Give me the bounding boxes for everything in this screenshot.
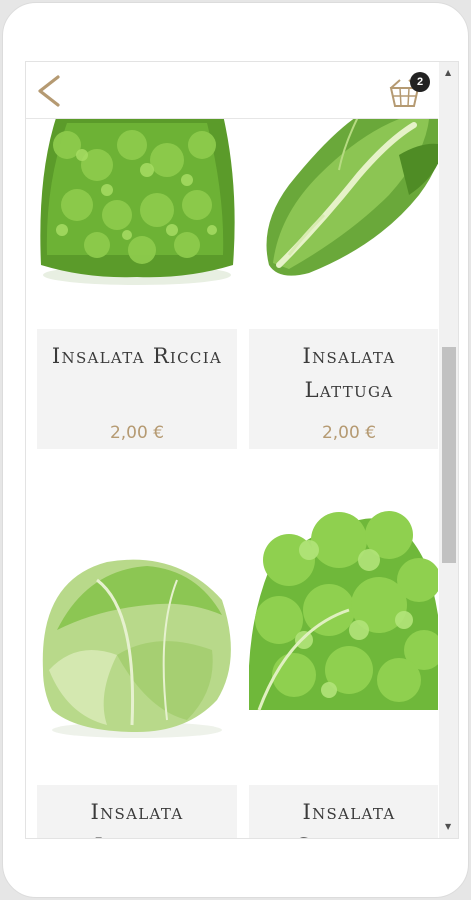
product-image-iceberg-lettuce (42, 559, 231, 738)
vertical-scrollbar[interactable]: ▲ ▼ (439, 62, 458, 838)
phone-frame: 2 Insalata Riccia 2,00 € Insalata Lattug… (2, 2, 469, 898)
product-image-curly-lettuce (40, 119, 235, 285)
product-info: Insalata Riccia 2,00 € (37, 329, 237, 449)
chevron-left-icon[interactable] (34, 74, 64, 108)
product-image-gentilina-lettuce (249, 511, 438, 711)
scrollbar-thumb[interactable] (442, 347, 456, 563)
product-image-romaine-lettuce (266, 119, 438, 276)
product-card[interactable]: Insalata Lattuga 2,00 € (249, 119, 438, 449)
scroll-up-arrow-icon[interactable]: ▲ (445, 68, 451, 77)
product-price: 2,00 € (321, 423, 377, 443)
scroll-down-arrow-icon[interactable]: ▼ (445, 822, 451, 831)
product-price: 2,00 € (109, 423, 165, 443)
app-screen: 2 Insalata Riccia 2,00 € Insalata Lattug… (25, 61, 459, 839)
product-card[interactable]: Insalata Iceberg (37, 480, 237, 838)
product-list[interactable]: Insalata Riccia 2,00 € Insalata Lattuga … (26, 119, 438, 838)
product-name: Insalata Iceberg (90, 800, 184, 838)
product-info: Insalata Iceberg (37, 785, 237, 838)
product-name: Insalata Lattuga (302, 344, 396, 402)
top-bar: 2 (26, 62, 438, 119)
product-name: Insalata Gentilina (295, 800, 402, 838)
cart-button[interactable]: 2 (388, 72, 432, 108)
product-info: Insalata Lattuga 2,00 € (249, 329, 438, 449)
cart-count-badge: 2 (410, 72, 430, 92)
product-card[interactable]: Insalata Riccia 2,00 € (37, 119, 237, 449)
product-info: Insalata Gentilina (249, 785, 438, 838)
product-name: Insalata Riccia (51, 344, 223, 368)
product-card[interactable]: Insalata Gentilina (249, 480, 438, 838)
